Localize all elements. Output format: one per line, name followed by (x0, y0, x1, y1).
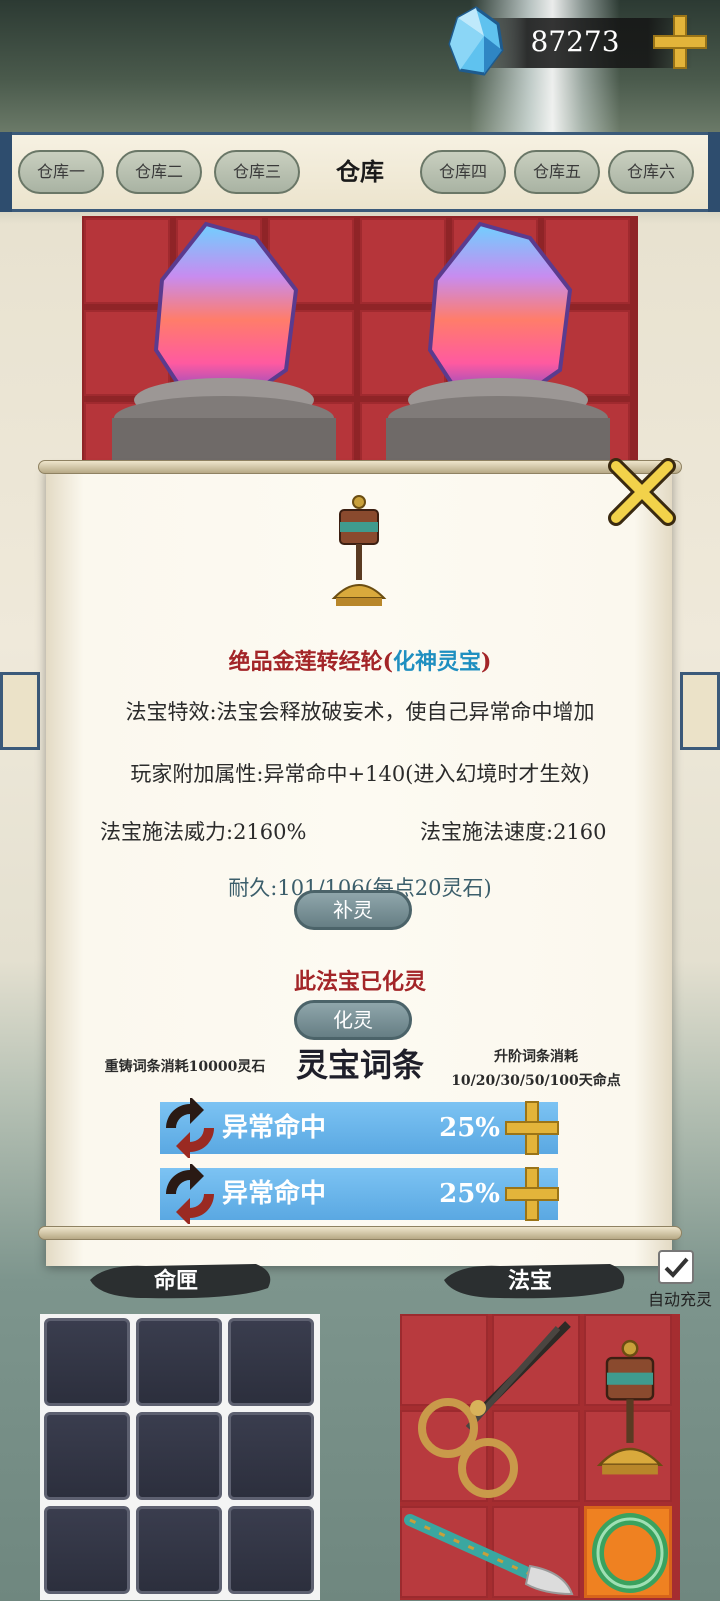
fate-slot[interactable] (136, 1318, 222, 1406)
affix-value: 25% (439, 1113, 500, 1143)
fate-box-grid (40, 1314, 320, 1600)
rainbow-spirit-stone-icon[interactable] (380, 220, 610, 470)
upgrade-cost-values: 10/20/30/50/100天命点 (451, 1073, 621, 1089)
scroll-rod-bottom (38, 1226, 682, 1240)
replenish-button[interactable]: 补灵 (294, 890, 412, 930)
blue-gem-icon (448, 6, 504, 76)
item-grade: 化神灵宝 (393, 649, 482, 675)
treasure-label: 法宝 (507, 1268, 552, 1294)
storage-title: 仓库 (336, 157, 384, 186)
fate-slot[interactable] (136, 1506, 222, 1594)
side-banner-left (0, 672, 40, 750)
converted-status: 此法宝已化灵 (293, 969, 426, 995)
tab-storage-6[interactable]: 仓库六 (608, 150, 694, 194)
player-bonus: 玩家附加属性:异常命中+140(进入幻境时才生效) (130, 762, 590, 786)
upgrade-cost-label: 升阶词条消耗 (494, 1049, 578, 1065)
rainbow-spirit-stone-icon[interactable] (106, 220, 336, 470)
add-currency-plus-icon[interactable] (652, 14, 708, 70)
reforge-refresh-icon[interactable] (160, 1098, 220, 1158)
auto-recharge-label: 自动充灵 (647, 1290, 712, 1309)
golden-scissors-icon[interactable] (408, 1318, 576, 1502)
close-icon[interactable] (606, 456, 678, 528)
fate-slot[interactable] (44, 1412, 130, 1500)
cast-speed: 法宝施法速度:2160 (420, 820, 607, 844)
prayer-wheel-icon (331, 495, 387, 606)
convert-button[interactable]: 化灵 (294, 1000, 412, 1040)
tab-storage-2[interactable]: 仓库二 (116, 150, 202, 194)
tab-storage-1[interactable]: 仓库一 (18, 150, 104, 194)
affix-title: 灵宝词条 (295, 1046, 424, 1084)
upgrade-affix-plus-icon[interactable] (504, 1100, 560, 1156)
item-name: 绝品金莲转经轮 (228, 649, 383, 675)
scroll-rod-top (38, 460, 682, 474)
tab-bar-cap-right (708, 132, 720, 212)
item-grade-close: ) (481, 649, 492, 675)
jade-bracelet-icon[interactable] (590, 1512, 670, 1594)
item-name-line: 绝品金莲转经轮(化神灵宝) (60, 644, 660, 676)
fate-box-label: 命匣 (153, 1268, 198, 1294)
item-effect: 法宝特效:法宝会释放破妄术，使自己异常命中增加 (125, 700, 595, 724)
fate-slot[interactable] (136, 1412, 222, 1500)
side-banner-right (680, 672, 720, 750)
reforge-refresh-icon[interactable] (160, 1164, 220, 1224)
fate-slot[interactable] (44, 1506, 130, 1594)
fate-slot[interactable] (228, 1506, 314, 1594)
item-grade-open: ( (382, 649, 393, 675)
cast-power: 法宝施法威力:2160% (100, 820, 307, 844)
jade-brush-icon[interactable] (404, 1510, 576, 1596)
upgrade-affix-plus-icon[interactable] (504, 1166, 560, 1222)
currency-value: 87273 (530, 25, 620, 58)
prayer-wheel-icon[interactable] (590, 1320, 670, 1498)
affix-value: 25% (439, 1179, 500, 1209)
affix-name: 异常命中 (222, 1179, 327, 1209)
treasure-grid (400, 1314, 680, 1600)
tab-storage-5[interactable]: 仓库五 (514, 150, 600, 194)
auto-recharge-checkbox[interactable] (658, 1250, 694, 1284)
tab-storage-4[interactable]: 仓库四 (420, 150, 506, 194)
reforge-cost: 重铸词条消耗10000灵石 (104, 1059, 266, 1075)
fate-slot[interactable] (228, 1318, 314, 1406)
fate-slot[interactable] (228, 1412, 314, 1500)
tab-bar-cap-left (0, 132, 12, 212)
fate-slot[interactable] (44, 1318, 130, 1406)
checkmark-icon (664, 1257, 689, 1278)
tab-storage-3[interactable]: 仓库三 (214, 150, 300, 194)
affix-name: 异常命中 (222, 1113, 327, 1143)
